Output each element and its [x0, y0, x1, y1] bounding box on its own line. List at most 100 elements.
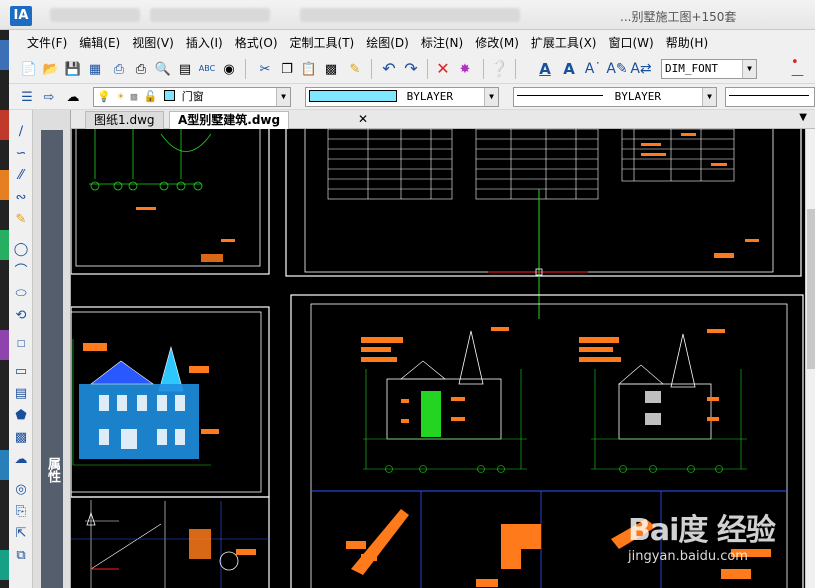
cloud-icon[interactable]: ☁ — [11, 450, 31, 470]
menu-window[interactable]: 窗口(W) — [603, 34, 660, 51]
linetype-value: BYLAYER — [614, 90, 661, 103]
menu-custom-tools[interactable]: 定制工具(T) — [284, 34, 361, 51]
menu-extended-tools[interactable]: 扩展工具(X) — [525, 34, 603, 51]
properties-toolbar: ☰ ⇨ ☁ 💡 ☀ ▩ 🔓 门窗 ▼ BYLAYER ▼ BYLAYER ▼ — [9, 84, 815, 110]
help-icon[interactable]: ❔ — [489, 59, 509, 79]
color-select[interactable]: BYLAYER ▼ — [305, 87, 499, 107]
arc-icon[interactable]: ⌒ — [11, 262, 31, 282]
hatch-icon[interactable]: ▤ — [11, 384, 31, 404]
insert-block-icon[interactable]: ⎘ — [11, 502, 31, 522]
text-style-select[interactable]: DIM_FONT ▼ — [661, 59, 757, 79]
circle-icon[interactable]: ◯ — [11, 240, 31, 260]
menu-modify[interactable]: 修改(M) — [469, 34, 525, 51]
cut-icon[interactable]: ✂ — [255, 59, 275, 79]
chevron-down-icon[interactable]: ▼ — [799, 112, 807, 123]
snap-icon[interactable]: ✸ — [455, 59, 475, 79]
menu-edit[interactable]: 编辑(E) — [73, 34, 126, 51]
menu-insert[interactable]: 插入(I) — [180, 34, 229, 51]
lineweight-preview — [729, 95, 809, 96]
text-d-icon[interactable]: A✎ — [606, 59, 627, 79]
layer-on-icon: 💡 — [97, 90, 111, 103]
plot-icon[interactable]: ⎙ — [131, 59, 151, 79]
app-logo-icon: IA — [10, 6, 32, 26]
linetype-select[interactable]: BYLAYER ▼ — [513, 87, 717, 107]
preview-icon[interactable]: 🔍 — [153, 59, 173, 79]
title-blurred-region — [50, 8, 140, 22]
paste-icon[interactable]: 📋 — [299, 59, 319, 79]
binoculars-icon[interactable]: ◉ — [219, 59, 239, 79]
ellipse-icon[interactable]: ⬭ — [11, 284, 31, 304]
watermark-url: jingyan.baidu.com — [628, 549, 748, 564]
matchprop-icon[interactable]: ✎ — [345, 59, 365, 79]
erase-icon[interactable]: ✕ — [433, 59, 453, 79]
polyline-icon[interactable]: ∽ — [11, 144, 31, 164]
table-icon[interactable]: ⇱ — [11, 524, 31, 544]
line-icon[interactable]: ∕ — [11, 122, 31, 142]
chevron-down-icon: ▼ — [702, 88, 716, 106]
toolbar-separator — [427, 59, 428, 79]
tab-villa-a[interactable]: A型别墅建筑.dwg — [169, 111, 290, 129]
wipeout-icon[interactable]: ⧉ — [11, 546, 31, 566]
lineweight-select[interactable] — [725, 87, 815, 107]
saveas-icon[interactable]: ▦ — [85, 59, 105, 79]
open-icon[interactable]: 📂 — [41, 59, 61, 79]
layer-state-icon[interactable]: ☁ — [63, 87, 83, 107]
menu-view[interactable]: 视图(V) — [126, 34, 180, 51]
undo-icon[interactable]: ↶ — [379, 59, 399, 79]
region-icon[interactable]: ▩ — [11, 428, 31, 448]
rectangle-icon[interactable]: ▭ — [11, 362, 31, 382]
donut-icon[interactable]: ◎ — [11, 480, 31, 500]
menu-help[interactable]: 帮助(H) — [660, 34, 714, 51]
color-value: BYLAYER — [406, 90, 453, 103]
layer-select[interactable]: 💡 ☀ ▩ 🔓 门窗 ▼ — [93, 87, 291, 107]
layer-name: 门窗 — [181, 90, 204, 103]
layer-previous-icon[interactable]: ⇨ — [39, 87, 59, 107]
close-icon[interactable]: ✕ — [358, 111, 368, 128]
menu-format[interactable]: 格式(O) — [229, 34, 284, 51]
color-swatch — [309, 90, 397, 102]
watermark-logo: Bai度 经验 — [628, 513, 776, 548]
text-e-icon[interactable]: A⇄ — [630, 59, 651, 79]
construction-line-icon[interactable]: ⁄⁄ — [11, 166, 31, 186]
new-icon[interactable]: 📄 — [19, 59, 39, 79]
menu-file[interactable]: 文件(F) — [21, 34, 73, 51]
toolbar-separator — [245, 59, 246, 79]
spellcheck-icon[interactable]: ABC — [197, 59, 217, 79]
point-icon[interactable]: □ — [11, 334, 31, 354]
window-title: ...别墅施工图+150套 — [620, 10, 737, 24]
save-icon[interactable]: 💾 — [63, 59, 83, 79]
print-icon[interactable]: ⎙ — [109, 59, 129, 79]
chevron-down-icon: ▼ — [484, 88, 498, 106]
text-a-icon[interactable]: A — [535, 59, 555, 79]
toolbar-separator — [371, 59, 372, 79]
properties-panel[interactable]: 属性 — [33, 110, 71, 588]
polygon-icon[interactable]: ⬟ — [11, 406, 31, 426]
document-tabs: 图纸1.dwg A型别墅建筑.dwg ✕ ▼ — [71, 110, 815, 129]
redo-icon[interactable]: ↷ — [401, 59, 421, 79]
layer-freeze-icon: ☀ — [117, 90, 124, 103]
revcloud-icon[interactable]: ⟲ — [11, 306, 31, 326]
watermark: Bai度 经验 jingyan.baidu.com — [628, 505, 808, 575]
properties-label[interactable]: 属性 — [41, 450, 63, 490]
layer-manager-icon[interactable]: ☰ — [17, 87, 37, 107]
copy-icon[interactable]: ❐ — [277, 59, 297, 79]
chevron-down-icon: ▼ — [276, 88, 290, 106]
spline-icon[interactable]: ∾ — [11, 188, 31, 208]
scrollbar-thumb[interactable] — [807, 209, 815, 369]
pencil-icon[interactable]: ✎ — [11, 210, 31, 230]
desktop-edge — [0, 30, 9, 588]
title-blurred-region — [150, 8, 270, 22]
menu-dimension[interactable]: 标注(N) — [415, 34, 469, 51]
dim-style-icon[interactable]: •— — [791, 56, 811, 82]
linetype-preview — [517, 95, 603, 96]
text-style-value: DIM_FONT — [665, 62, 718, 75]
paste-special-icon[interactable]: ▩ — [321, 59, 341, 79]
text-b-icon[interactable]: A — [559, 59, 579, 79]
text-c-icon[interactable]: A˙ — [583, 59, 603, 79]
tab-drawing1[interactable]: 图纸1.dwg — [85, 111, 164, 129]
find-icon[interactable]: ▤ — [175, 59, 195, 79]
menu-bar: 文件(F) 编辑(E) 视图(V) 插入(I) 格式(O) 定制工具(T) 绘图… — [9, 30, 815, 54]
title-blurred-region — [300, 8, 520, 22]
menu-draw[interactable]: 绘图(D) — [360, 34, 415, 51]
draw-toolbar: ∕ ∽ ⁄⁄ ∾ ✎ ◯ ⌒ ⬭ ⟲ □ ▭ ▤ ⬟ ▩ ☁ ◎ ⎘ ⇱ ⧉ — [9, 110, 33, 588]
